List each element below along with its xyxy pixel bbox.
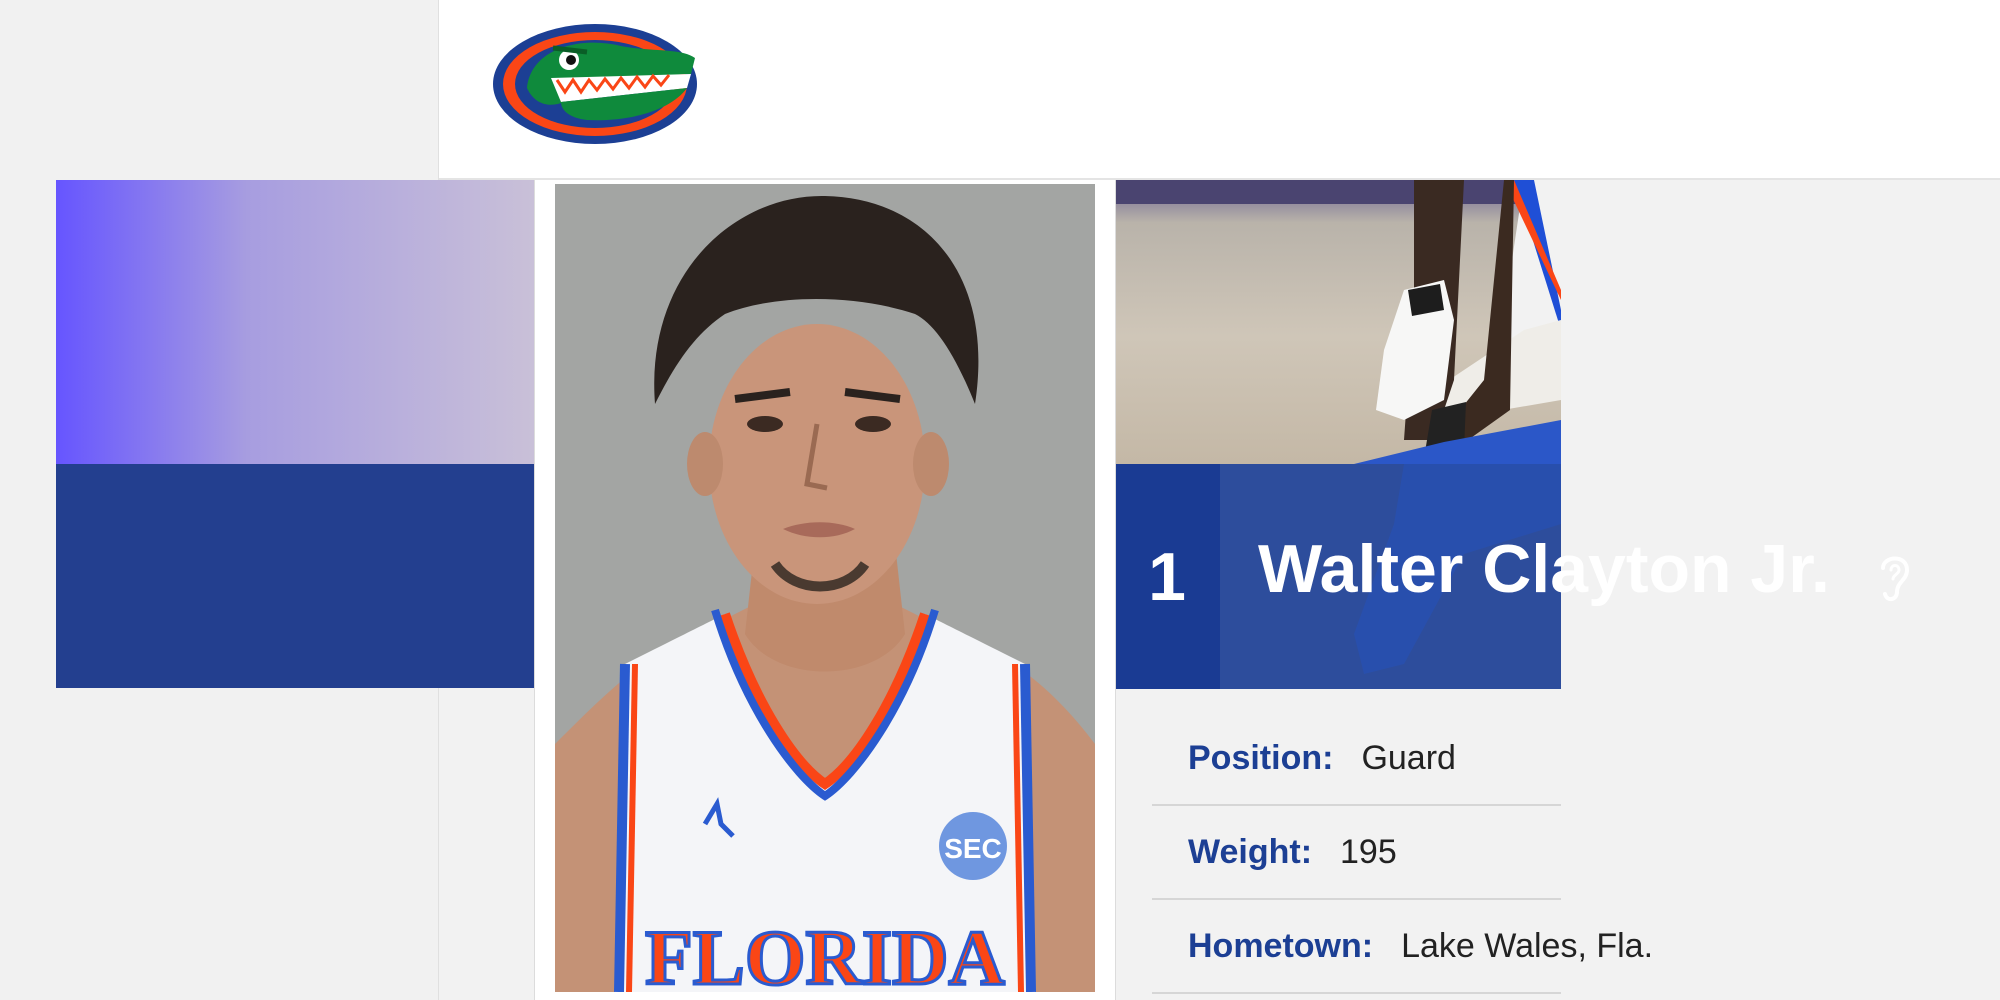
detail-label: Weight: [1188,832,1313,871]
detail-value: 195 [1340,832,1397,871]
site-header [439,0,2000,180]
detail-row-weight: Weight: 195 [1152,806,1561,900]
detail-row-hometown: Hometown: Lake Wales, Fla. [1152,900,1653,994]
detail-label: Position: [1188,738,1334,777]
detail-label: Hometown: [1188,926,1374,965]
player-photo-card: SEC FLORIDA [534,180,1116,1000]
player-details: Position: Guard Weight: 195 Hometown: La… [1152,712,1653,994]
jersey-text: FLORIDA [645,914,1005,992]
hero-photo-strip [56,180,534,464]
player-name: Walter Clayton Jr. [1258,531,1830,607]
detail-value: Guard [1361,738,1456,777]
action-photo [1114,180,1561,464]
ear-icon[interactable] [1875,548,1915,604]
jersey-number: 1 [1148,538,1186,615]
detail-value: Lake Wales, Fla. [1401,926,1654,965]
hero-blue-band [56,464,534,688]
sec-patch-text: SEC [944,833,1002,864]
jersey-number-block: 1 [1114,464,1220,689]
detail-row-position: Position: Guard [1152,712,1561,806]
gator-logo-icon[interactable] [491,18,703,148]
player-headshot: SEC FLORIDA [555,184,1095,992]
